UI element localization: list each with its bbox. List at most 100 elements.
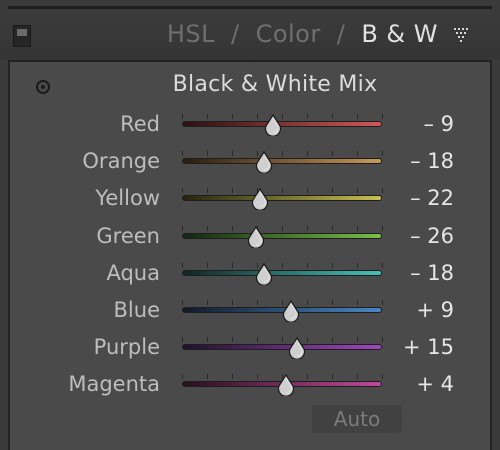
slider-thumb-icon[interactable]: [254, 151, 274, 174]
panel-switch-icon[interactable]: [13, 25, 31, 47]
slider-ticks: [182, 262, 383, 269]
slider-magenta[interactable]: [182, 374, 383, 397]
slider-yellow[interactable]: [182, 188, 383, 211]
slider-thumb-icon[interactable]: [246, 225, 266, 248]
panel-top-border: [8, 6, 492, 9]
slider-tick: [307, 300, 308, 305]
slider-tick: [307, 151, 308, 157]
slider-thumb-icon[interactable]: [281, 300, 301, 322]
tab-separator: /: [336, 20, 346, 48]
slider-label: Yellow: [95, 186, 160, 211]
slider-value[interactable]: + 9: [384, 298, 454, 322]
slider-value[interactable]: + 15: [384, 335, 454, 359]
slider-tick: [257, 337, 258, 343]
slider-tick: [207, 114, 208, 119]
triangle-menu-icon[interactable]: [454, 28, 470, 42]
slider-tick: [357, 337, 358, 343]
slider-row-yellow: Yellow – 22: [10, 180, 490, 217]
slider-value[interactable]: – 22: [384, 186, 454, 210]
slider-tick: [357, 262, 358, 268]
panel-header: HSL / Color / B & W: [0, 12, 500, 60]
slider-label: Orange: [82, 149, 160, 174]
slider-thumb-icon[interactable]: [254, 262, 274, 285]
slider-tick: [382, 262, 383, 268]
slider-tick: [307, 114, 308, 119]
slider-tick: [332, 225, 333, 231]
slider-ticks: [182, 188, 383, 194]
slider-tick: [357, 151, 358, 157]
slider-tick: [182, 225, 183, 231]
slider-label: Purple: [93, 335, 160, 360]
slider-thumb-icon[interactable]: [263, 114, 283, 136]
slider-tick: [332, 188, 333, 194]
bw-mix-panel: Black & White Mix Red – 9 Orange – 18 Yellow…: [8, 60, 492, 450]
slider-ticks: [182, 151, 383, 157]
slider-purple[interactable]: [182, 337, 383, 360]
slider-tick: [282, 337, 283, 343]
slider-tick: [182, 262, 183, 268]
slider-value[interactable]: – 9: [384, 112, 454, 136]
slider-tick: [232, 374, 233, 380]
slider-tick: [182, 374, 183, 380]
panel-title: Black & White Mix: [172, 72, 378, 97]
slider-thumb-icon[interactable]: [287, 337, 307, 360]
slider-track[interactable]: [182, 269, 382, 276]
tab-bar: HSL / Color / B & W: [167, 20, 438, 48]
slider-tick: [207, 374, 208, 380]
slider-tick: [307, 374, 308, 380]
slider-thumb-icon[interactable]: [250, 188, 270, 211]
slider-tick: [282, 225, 283, 231]
slider-tick: [257, 374, 258, 380]
slider-tick: [357, 225, 358, 231]
slider-value[interactable]: – 18: [384, 149, 454, 173]
tab-separator: /: [230, 20, 240, 48]
slider-track[interactable]: [182, 232, 382, 239]
slider-label: Green: [96, 223, 160, 248]
slider-tick: [257, 114, 258, 119]
auto-button[interactable]: Auto: [312, 405, 402, 433]
slider-tick: [382, 374, 383, 380]
slider-label: Blue: [113, 298, 160, 322]
slider-tick: [357, 114, 358, 119]
slider-tick: [307, 262, 308, 268]
slider-tick: [282, 151, 283, 157]
slider-aqua[interactable]: [182, 262, 383, 285]
slider-thumb-icon[interactable]: [276, 374, 296, 397]
slider-row-aqua: Aqua – 18: [10, 255, 490, 292]
slider-tick: [382, 151, 383, 157]
slider-tick: [382, 225, 383, 231]
slider-value[interactable]: – 18: [384, 261, 454, 285]
slider-orange[interactable]: [182, 151, 383, 174]
slider-tick: [332, 337, 333, 343]
slider-ticks: [182, 337, 383, 343]
slider-label: Red: [120, 112, 160, 136]
slider-track[interactable]: [182, 158, 382, 165]
slider-tick: [282, 188, 283, 194]
tab-color[interactable]: Color: [256, 20, 321, 48]
slider-track[interactable]: [182, 195, 382, 202]
slider-tick: [232, 114, 233, 119]
slider-red[interactable]: [182, 114, 383, 136]
slider-tick: [207, 262, 208, 268]
slider-track[interactable]: [182, 344, 382, 351]
slider-row-blue: Blue + 9: [10, 292, 490, 329]
slider-blue[interactable]: [182, 300, 383, 322]
slider-tick: [207, 300, 208, 305]
slider-tick: [307, 225, 308, 231]
slider-value[interactable]: + 4: [384, 372, 454, 396]
slider-tick: [332, 300, 333, 305]
tab-bw[interactable]: B & W: [361, 20, 438, 48]
slider-tick: [257, 300, 258, 305]
slider-tick: [382, 188, 383, 194]
slider-row-purple: Purple + 15: [10, 329, 490, 366]
slider-tick: [357, 188, 358, 194]
slider-green[interactable]: [182, 225, 383, 248]
tab-hsl[interactable]: HSL: [167, 20, 215, 48]
slider-row-orange: Orange – 18: [10, 143, 490, 180]
slider-value[interactable]: – 26: [384, 224, 454, 248]
slider-tick: [332, 114, 333, 119]
slider-tick: [207, 225, 208, 231]
slider-row-green: Green – 26: [10, 218, 490, 255]
slider-tick: [232, 225, 233, 231]
slider-tick: [207, 188, 208, 194]
